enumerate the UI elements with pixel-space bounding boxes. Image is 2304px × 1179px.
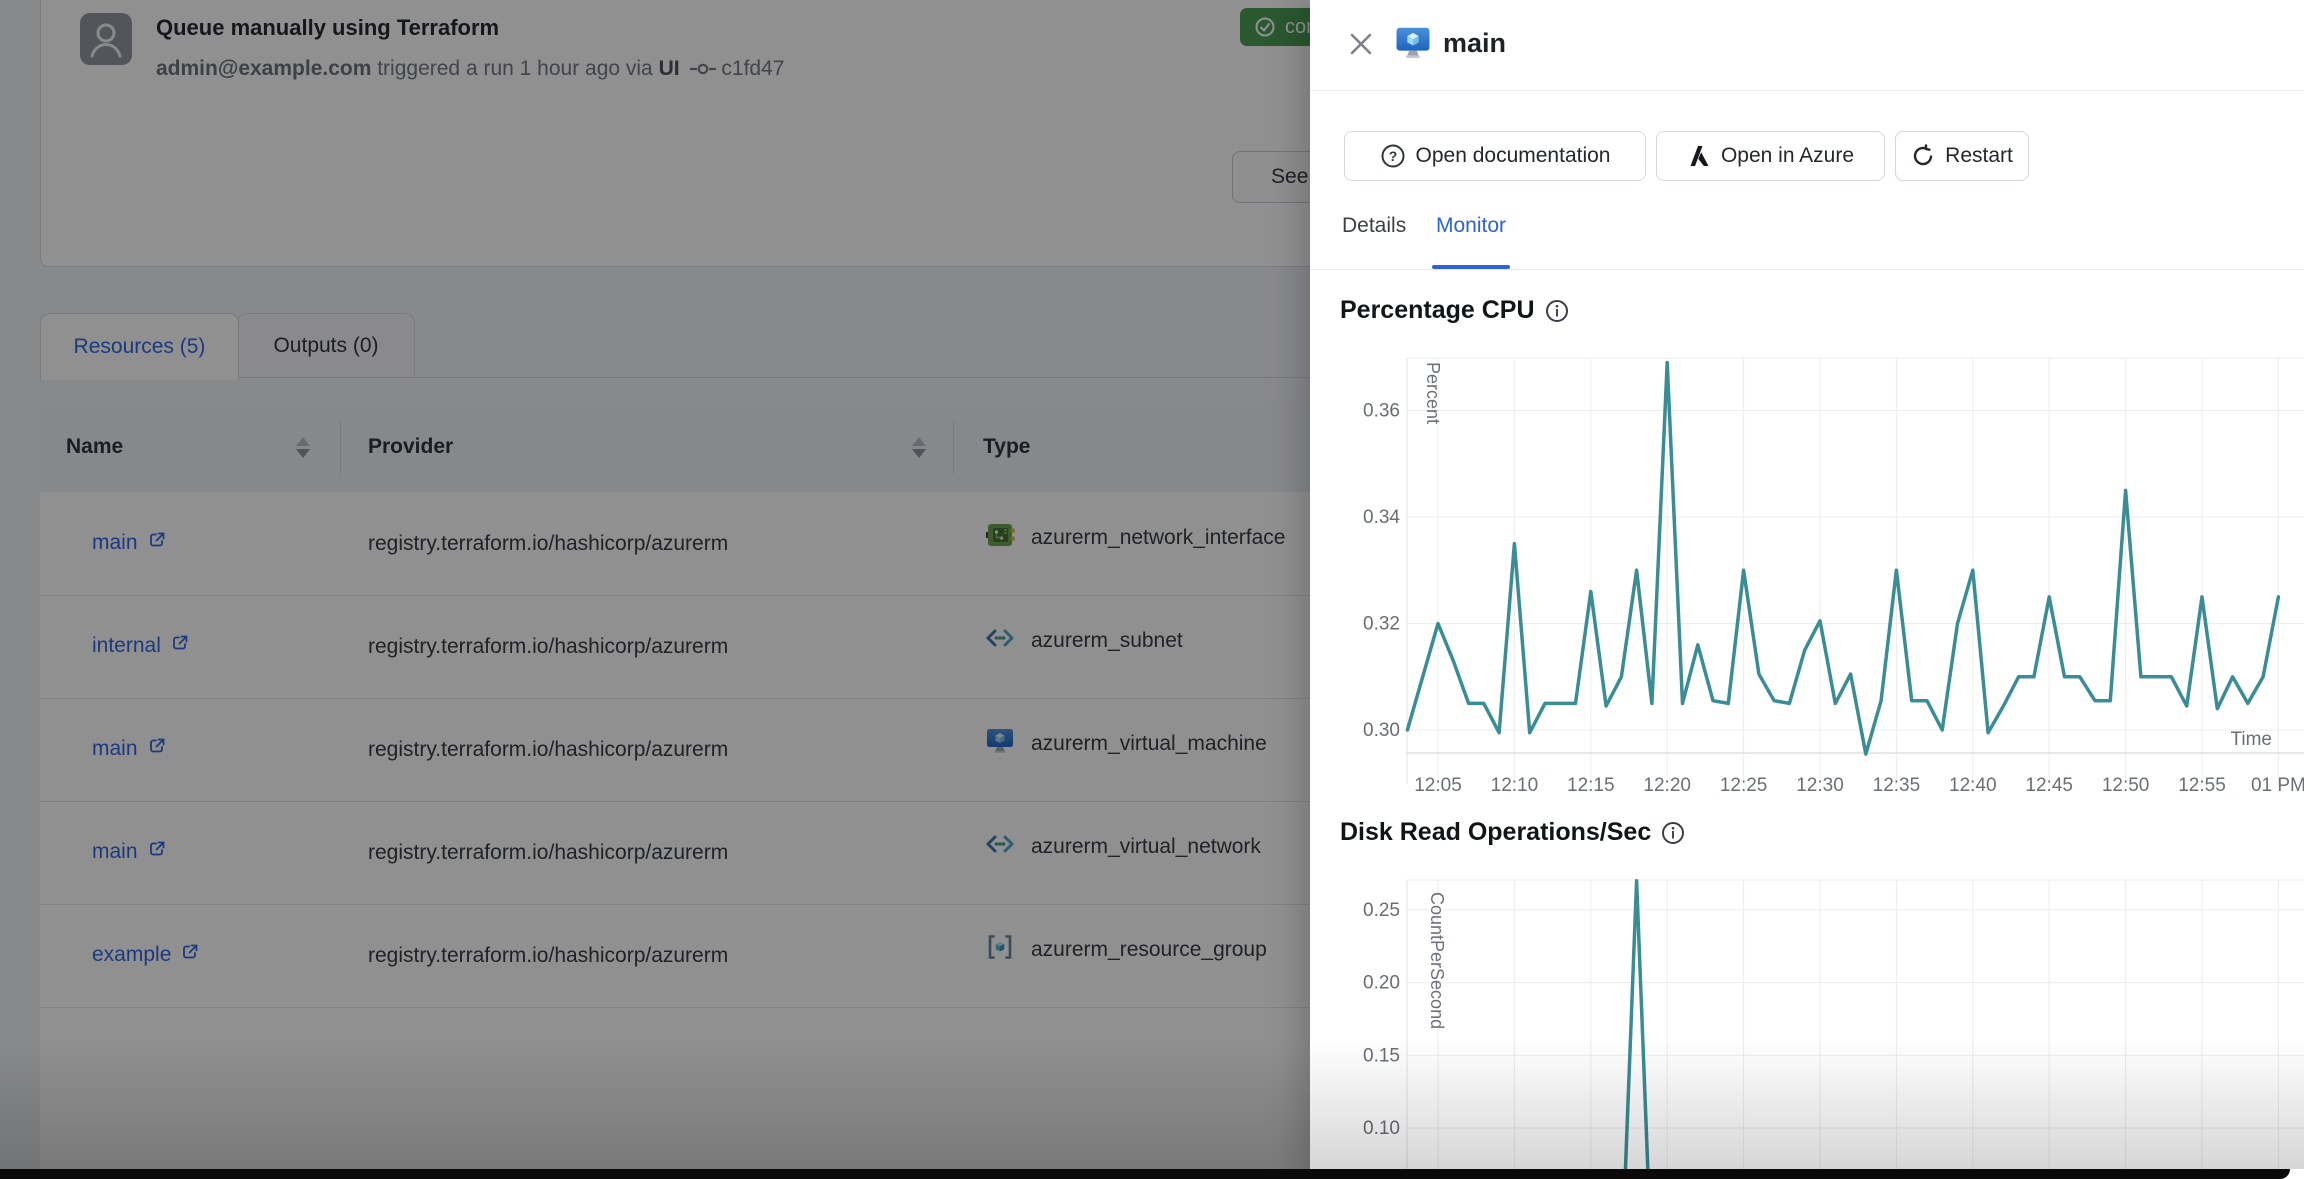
svg-text:12:05: 12:05: [1414, 775, 1462, 796]
vm-icon: [1394, 24, 1432, 67]
svg-text:CountPerSecond: CountPerSecond: [1427, 892, 1447, 1029]
svg-text:12:55: 12:55: [2178, 775, 2226, 796]
close-icon[interactable]: [1346, 30, 1376, 60]
svg-text:12:10: 12:10: [1491, 775, 1539, 796]
azure-icon: [1687, 144, 1711, 168]
svg-text:0.25: 0.25: [1363, 900, 1400, 921]
svg-text:0.32: 0.32: [1363, 614, 1400, 635]
drawer-header-divider: [1310, 90, 2304, 91]
svg-text:12:25: 12:25: [1720, 775, 1768, 796]
svg-text:12:45: 12:45: [2025, 775, 2073, 796]
svg-text:0.15: 0.15: [1363, 1045, 1400, 1066]
vm-drawer: main ? Open documentation Open in Azure …: [1310, 0, 2304, 1179]
svg-text:?: ?: [1388, 148, 1397, 164]
svg-text:0.34: 0.34: [1363, 507, 1400, 528]
chart-title-disk-read: Disk Read Operations/Sec: [1340, 818, 1685, 847]
chart-title-cpu: Percentage CPU: [1340, 296, 1569, 325]
window-bottom-bar: [0, 1169, 2290, 1179]
restart-button[interactable]: Restart: [1895, 131, 2029, 181]
svg-text:0.20: 0.20: [1363, 973, 1400, 994]
drawer-title: main: [1443, 28, 1506, 59]
drawer-tabs-divider: [1310, 269, 2304, 270]
disk-read-chart: 0.10 0.15 0.20 0.25 CountPerSecond: [1310, 855, 2304, 1179]
svg-text:0.10: 0.10: [1363, 1118, 1400, 1139]
svg-text:12:50: 12:50: [2102, 775, 2150, 796]
open-in-azure-button[interactable]: Open in Azure: [1656, 131, 1885, 181]
svg-text:Percent: Percent: [1423, 362, 1443, 424]
svg-text:12:20: 12:20: [1643, 775, 1691, 796]
svg-text:0.36: 0.36: [1363, 401, 1400, 422]
svg-text:12:15: 12:15: [1567, 775, 1615, 796]
question-circle-icon: ?: [1380, 143, 1406, 169]
open-documentation-button[interactable]: ? Open documentation: [1344, 131, 1646, 181]
info-icon[interactable]: [1545, 299, 1569, 323]
svg-text:0.30: 0.30: [1363, 720, 1400, 741]
svg-text:01 PM: 01 PM: [2251, 775, 2304, 796]
info-icon[interactable]: [1661, 821, 1685, 845]
restart-icon: [1911, 144, 1935, 168]
tab-monitor[interactable]: Monitor: [1436, 214, 1506, 238]
tab-details[interactable]: Details: [1342, 214, 1406, 238]
svg-text:12:40: 12:40: [1949, 775, 1997, 796]
svg-text:Time: Time: [2230, 729, 2272, 750]
svg-text:12:35: 12:35: [1873, 775, 1921, 796]
svg-text:12:30: 12:30: [1796, 775, 1844, 796]
cpu-chart: 0.30 0.32 0.34 0.36 12:05 12:10 12:15 12:20 12:2…: [1310, 340, 2304, 810]
